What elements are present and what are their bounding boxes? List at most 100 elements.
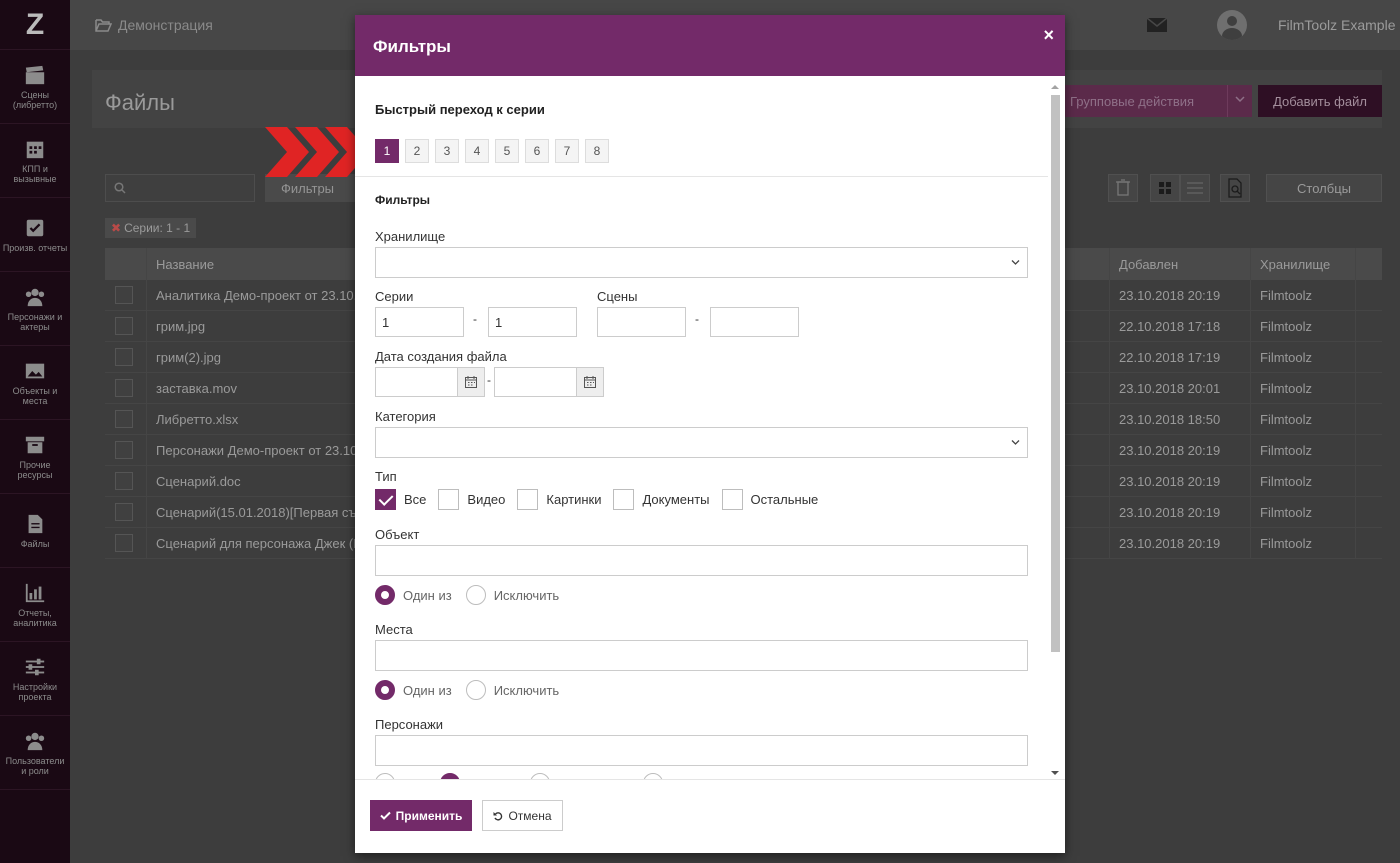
sidebar-item-reports[interactable]: Произв. отчеты (0, 198, 70, 272)
row-checkbox[interactable] (115, 379, 133, 397)
file-added: 22.10.2018 17:19 (1119, 350, 1221, 365)
file-name[interactable]: Сценарий.doc (156, 474, 241, 489)
file-name[interactable]: заставка.mov (156, 381, 237, 396)
file-name[interactable]: Либретто.xlsx (156, 412, 238, 427)
type-images-checkbox[interactable]: Картинки (517, 489, 601, 510)
file-name[interactable]: Персонажи Демо-проект от 23.10.20 (156, 443, 375, 458)
checkbox-box[interactable] (438, 489, 460, 510)
mail-icon[interactable] (1147, 18, 1167, 32)
date-from-input[interactable] (375, 367, 458, 397)
grid-view-button[interactable] (1150, 174, 1180, 202)
row-checkbox[interactable] (115, 286, 133, 304)
sidebar-item-scenes[interactable]: Сцены (либретто) (0, 50, 70, 124)
file-name[interactable]: грим(2).jpg (156, 350, 221, 365)
series-from-input[interactable] (375, 307, 464, 337)
filters-button[interactable]: Фильтры (265, 174, 360, 202)
series-link-4[interactable]: 4 (465, 139, 489, 163)
series-pagination: 1 2 3 4 5 6 7 8 (375, 139, 615, 163)
scroll-up-icon[interactable] (1051, 83, 1059, 91)
file-name[interactable]: грим.jpg (156, 319, 205, 334)
category-select[interactable] (375, 427, 1028, 458)
list-view-button[interactable] (1180, 174, 1210, 202)
radio-circle[interactable] (465, 585, 486, 605)
column-added[interactable]: Добавлен (1119, 257, 1178, 272)
radio-circle[interactable] (375, 585, 395, 605)
preview-button[interactable] (1220, 174, 1250, 202)
characters-input[interactable] (375, 735, 1028, 766)
row-checkbox[interactable] (115, 317, 133, 335)
user-name[interactable]: FilmToolz Example (1278, 17, 1400, 33)
series-link-2[interactable]: 2 (405, 139, 429, 163)
filter-badge[interactable]: ✖ Серии: 1 - 1 (105, 218, 197, 238)
series-link-1[interactable]: 1 (375, 139, 399, 163)
remove-filter-icon[interactable]: ✖ (111, 221, 121, 235)
sidebar-item-files[interactable]: Файлы (0, 494, 70, 568)
sidebar-item-resources[interactable]: Прочие ресурсы (0, 420, 70, 494)
sidebar-item-kpp[interactable]: КПП и вызывные (0, 124, 70, 198)
apply-button[interactable]: Применить (370, 800, 472, 831)
checkbox-box[interactable] (517, 489, 539, 510)
type-video-checkbox[interactable]: Видео (438, 489, 505, 510)
radio-circle[interactable] (465, 680, 486, 700)
places-one-of-radio[interactable]: Один из (375, 680, 452, 700)
row-checkbox[interactable] (115, 441, 133, 459)
type-all-checkbox[interactable]: Все (375, 489, 426, 510)
modal-scrollbar[interactable] (1049, 81, 1061, 779)
places-input[interactable] (375, 640, 1028, 671)
sidebar-item-objects[interactable]: Объекты и места (0, 346, 70, 420)
file-added: 23.10.2018 20:01 (1119, 381, 1221, 396)
series-link-6[interactable]: 6 (525, 139, 549, 163)
breadcrumb[interactable]: Демонстрация (95, 17, 213, 33)
radio-label: Один из (403, 587, 452, 603)
object-input[interactable] (375, 545, 1028, 576)
type-other-checkbox[interactable]: Остальные (721, 489, 818, 510)
file-name[interactable]: Сценарий(15.01.2018)[Первая съем (156, 505, 373, 520)
checkbox-box[interactable] (613, 489, 635, 510)
row-checkbox[interactable] (115, 503, 133, 521)
date-to-picker[interactable] (577, 367, 604, 397)
sidebar-item-users[interactable]: Пользователи и роли (0, 716, 70, 790)
places-exclude-radio[interactable]: Исключить (465, 680, 559, 700)
column-storage[interactable]: Хранилище (1260, 257, 1330, 272)
file-storage: Filmtoolz (1260, 474, 1313, 489)
scenes-to-input[interactable] (710, 307, 799, 337)
places-label: Места (375, 622, 413, 637)
series-link-5[interactable]: 5 (495, 139, 519, 163)
series-link-7[interactable]: 7 (555, 139, 579, 163)
row-checkbox[interactable] (115, 410, 133, 428)
cancel-button[interactable]: Отмена (482, 800, 563, 831)
close-icon[interactable]: × (1043, 25, 1054, 46)
group-actions-button[interactable]: Групповые действия (1060, 85, 1252, 117)
scroll-thumb[interactable] (1051, 95, 1060, 652)
column-name[interactable]: Название (156, 257, 214, 272)
series-link-8[interactable]: 8 (585, 139, 609, 163)
date-from-picker[interactable] (458, 367, 485, 397)
object-one-of-radio[interactable]: Один из (375, 585, 452, 605)
checkbox-box[interactable] (375, 489, 396, 510)
scenes-from-input[interactable] (597, 307, 686, 337)
sidebar-item-settings[interactable]: Настройки проекта (0, 642, 70, 716)
delete-button[interactable] (1108, 174, 1138, 202)
type-documents-checkbox[interactable]: Документы (613, 489, 710, 510)
columns-button[interactable]: Столбцы (1266, 174, 1382, 202)
type-label: Тип (375, 469, 397, 484)
logo[interactable]: Z (0, 0, 70, 50)
object-exclude-radio[interactable]: Исключить (465, 585, 559, 605)
add-file-button[interactable]: Добавить файл (1258, 85, 1382, 117)
search-input[interactable] (105, 174, 255, 202)
avatar[interactable] (1217, 10, 1247, 40)
date-to-input[interactable] (494, 367, 577, 397)
series-link-3[interactable]: 3 (435, 139, 459, 163)
row-checkbox[interactable] (115, 472, 133, 490)
file-name[interactable]: Сценарий для персонажа Джек (Ми (156, 536, 371, 551)
sidebar-item-analytics[interactable]: Отчеты, аналитика (0, 568, 70, 642)
scroll-down-icon[interactable] (1051, 769, 1059, 777)
series-to-input[interactable] (488, 307, 577, 337)
file-name[interactable]: Аналитика Демо-проект от 23.10.20 (156, 288, 372, 303)
sidebar-item-characters[interactable]: Персонажи и актеры (0, 272, 70, 346)
row-checkbox[interactable] (115, 348, 133, 366)
radio-circle[interactable] (375, 680, 395, 700)
row-checkbox[interactable] (115, 534, 133, 552)
checkbox-box[interactable] (721, 489, 743, 510)
storage-select[interactable] (375, 247, 1028, 278)
